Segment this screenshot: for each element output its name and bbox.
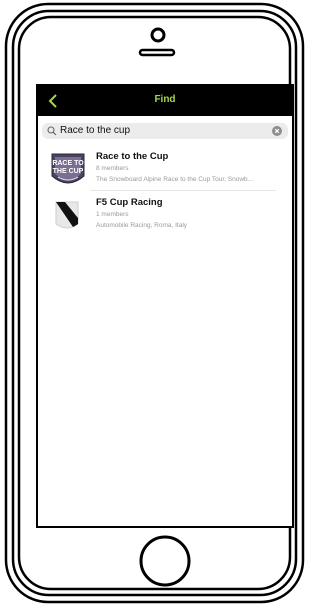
f5-cup-racing-logo bbox=[55, 201, 79, 229]
navigation-bar: Find bbox=[38, 86, 292, 116]
result-members: 8 members bbox=[96, 165, 129, 172]
logo-text-top: RACE TO bbox=[52, 160, 84, 167]
logo-text-bottom: THE CUP bbox=[53, 168, 84, 175]
list-divider bbox=[90, 190, 276, 191]
clear-search-icon[interactable] bbox=[272, 126, 282, 136]
search-bar[interactable] bbox=[42, 123, 288, 139]
search-input[interactable] bbox=[60, 123, 260, 139]
list-item[interactable]: F5 Cup Racing 1 members Automobile Racin… bbox=[38, 192, 292, 236]
result-description: Automobile Racing, Roma, Italy bbox=[96, 222, 188, 229]
result-description: The Snowboard Alpine Race to the Cup Tou… bbox=[96, 176, 255, 183]
search-icon bbox=[47, 126, 57, 136]
list-item[interactable]: RACE TO THE CUP Race to the Cup 8 member… bbox=[38, 146, 292, 190]
result-title: Race to the Cup bbox=[96, 151, 169, 162]
result-title: F5 Cup Racing bbox=[96, 197, 163, 208]
result-text: F5 Cup Racing 1 members Automobile Racin… bbox=[96, 197, 286, 231]
page-title: Find bbox=[154, 94, 176, 105]
result-text: Race to the Cup 8 members The Snowboard … bbox=[96, 151, 286, 185]
result-members: 1 members bbox=[96, 211, 129, 218]
app-screen: Find RACE TO THE CUP Race to the Cup 8 m… bbox=[38, 86, 292, 526]
race-to-the-cup-logo: RACE TO THE CUP bbox=[51, 153, 85, 184]
